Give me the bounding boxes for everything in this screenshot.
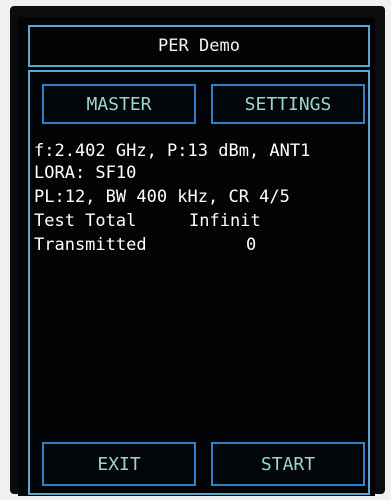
test-total-label: Test Total — [34, 211, 137, 231]
transmitted-value: 0 — [246, 235, 257, 255]
radio-config-line: f:2.402 GHz, P:13 dBm, ANT1 — [34, 141, 311, 161]
main-panel — [28, 70, 370, 495]
test-total-value: Infinit — [189, 211, 261, 231]
settings-button[interactable]: SETTINGS — [211, 84, 365, 124]
start-button[interactable]: START — [211, 442, 365, 486]
transmitted-label: Transmitted — [34, 235, 147, 255]
exit-button[interactable]: EXIT — [42, 442, 196, 486]
page-title: PER Demo — [158, 36, 240, 56]
title-bar: PER Demo — [28, 25, 370, 67]
lora-line: LORA: SF10 — [34, 163, 137, 183]
master-button[interactable]: MASTER — [42, 84, 196, 124]
packet-params-line: PL:12, BW 400 kHz, CR 4/5 — [34, 187, 290, 207]
